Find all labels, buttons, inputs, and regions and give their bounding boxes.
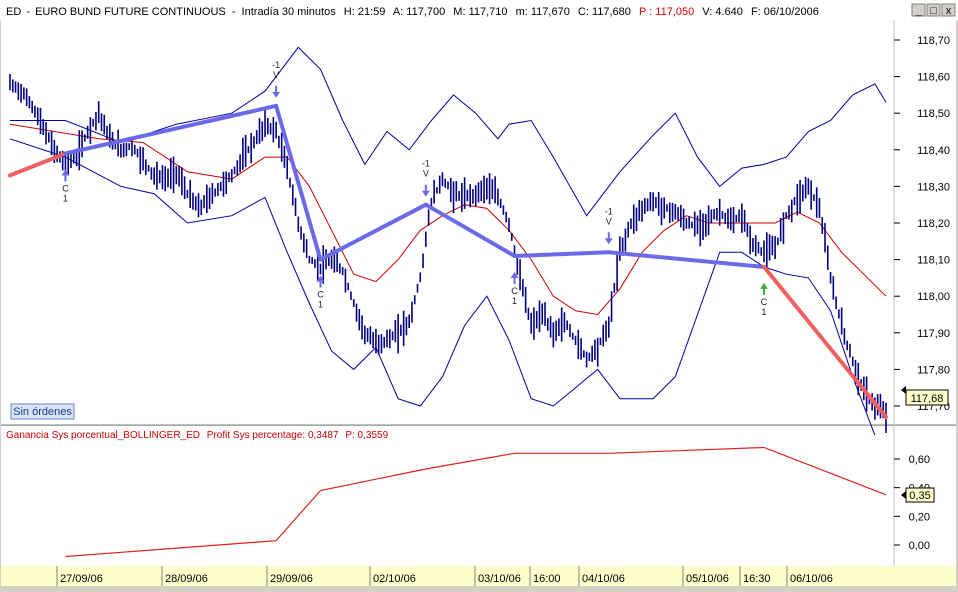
date-label: 27/09/06 bbox=[60, 573, 103, 585]
orders-badge[interactable]: Sin órdenes bbox=[10, 403, 75, 420]
header-symbol: ED bbox=[6, 6, 21, 18]
signal-qty: V bbox=[423, 169, 429, 179]
signal-label: -1 bbox=[422, 159, 430, 169]
chart-header: ED - EURO BUND FUTURE CONTINUOUS - Intra… bbox=[6, 6, 819, 18]
maximize-icon: □ bbox=[930, 5, 937, 17]
signal-label: C bbox=[761, 297, 768, 307]
close-button[interactable]: x bbox=[941, 3, 956, 17]
sell-signal[interactable]: -1V bbox=[605, 206, 613, 245]
price-tick-label: 118,10 bbox=[917, 255, 950, 267]
equity-title-main: Ganancia Sys porcentual_BOLLINGER_ED bbox=[6, 430, 200, 441]
header-separator-2: - bbox=[232, 6, 236, 18]
date-label: 02/10/06 bbox=[373, 573, 416, 585]
header-name: EURO BUND FUTURE CONTINUOUS bbox=[35, 6, 226, 18]
header-m: M: 117,710 bbox=[453, 6, 507, 18]
date-label: 28/09/06 bbox=[165, 573, 208, 585]
maximize-button[interactable]: □ bbox=[926, 3, 941, 17]
price-tick-label: 118,30 bbox=[917, 181, 950, 193]
price-tick-label: 117,80 bbox=[917, 364, 950, 376]
price-tick-label: 118,20 bbox=[917, 218, 950, 230]
chart-window: ED - EURO BUND FUTURE CONTINUOUS - Intra… bbox=[0, 0, 958, 587]
date-label: 16:00 bbox=[533, 573, 561, 585]
equity-tick-label: 0,20 bbox=[909, 511, 930, 523]
signal-label: C bbox=[62, 183, 69, 193]
last-equity-badge: 0,35 bbox=[901, 487, 935, 503]
signal-qty: V bbox=[273, 70, 279, 80]
signal-label: C bbox=[511, 286, 518, 296]
header-c: C: 117,680 bbox=[578, 6, 631, 18]
header-h: H: 21:59 bbox=[344, 6, 386, 18]
header-interval: Intradía 30 minutos bbox=[242, 6, 337, 18]
header-a: A: 117,700 bbox=[393, 6, 445, 18]
header-p: P : 117,050 bbox=[639, 6, 694, 18]
signal-label: -1 bbox=[605, 206, 613, 216]
signal-qty: 1 bbox=[318, 300, 323, 310]
signal-label: C bbox=[317, 290, 324, 300]
signal-qty: V bbox=[606, 216, 612, 226]
equity-title: Ganancia Sys porcentual_BOLLINGER_ED Pro… bbox=[6, 430, 389, 441]
price-tick-label: 118,50 bbox=[917, 108, 950, 120]
signal-qty: 1 bbox=[762, 307, 767, 317]
sell-signal[interactable]: -1V bbox=[422, 159, 430, 197]
price-tick-label: 118,40 bbox=[917, 145, 950, 157]
minimize-icon: _ bbox=[914, 5, 922, 17]
price-tick-label: 118,70 bbox=[917, 35, 950, 47]
date-label: 06/10/06 bbox=[790, 573, 833, 585]
equity-title-profit: Profit Sys percentage: 0,3487 bbox=[207, 430, 339, 441]
signal-qty: 1 bbox=[512, 296, 517, 306]
last-equity-label: 0,35 bbox=[909, 490, 930, 502]
signal-qty: 1 bbox=[63, 193, 68, 203]
last-price-label: 117,68 bbox=[911, 393, 944, 405]
header-separator: - bbox=[26, 6, 30, 18]
header-f: F: 06/10/2006 bbox=[751, 6, 819, 18]
date-label: 03/10/06 bbox=[478, 573, 521, 585]
price-tick-label: 117,90 bbox=[917, 328, 950, 340]
date-label: 04/10/06 bbox=[582, 573, 625, 585]
close-icon: x bbox=[946, 5, 952, 17]
sell-signal[interactable]: -1V bbox=[272, 60, 280, 98]
equity-title-p: P: 0,3559 bbox=[345, 430, 388, 441]
minimize-button[interactable]: _ bbox=[911, 3, 926, 17]
equity-tick-label: 0,60 bbox=[909, 454, 930, 466]
equity-plot-area[interactable] bbox=[1, 426, 894, 566]
price-tick-label: 118,00 bbox=[917, 291, 950, 303]
date-label: 16:30 bbox=[743, 573, 771, 585]
date-label: 29/09/06 bbox=[270, 573, 313, 585]
equity-tick-label: 0,00 bbox=[909, 540, 930, 552]
date-label: 05/10/06 bbox=[686, 573, 729, 585]
chart-canvas: ED - EURO BUND FUTURE CONTINUOUS - Intra… bbox=[0, 0, 958, 587]
price-tick-label: 118,60 bbox=[917, 72, 950, 84]
header-v: V: 4.640 bbox=[702, 6, 743, 18]
signal-label: -1 bbox=[272, 60, 280, 70]
header-mm: m: 117,670 bbox=[516, 6, 570, 18]
orders-badge-label: Sin órdenes bbox=[13, 406, 72, 418]
